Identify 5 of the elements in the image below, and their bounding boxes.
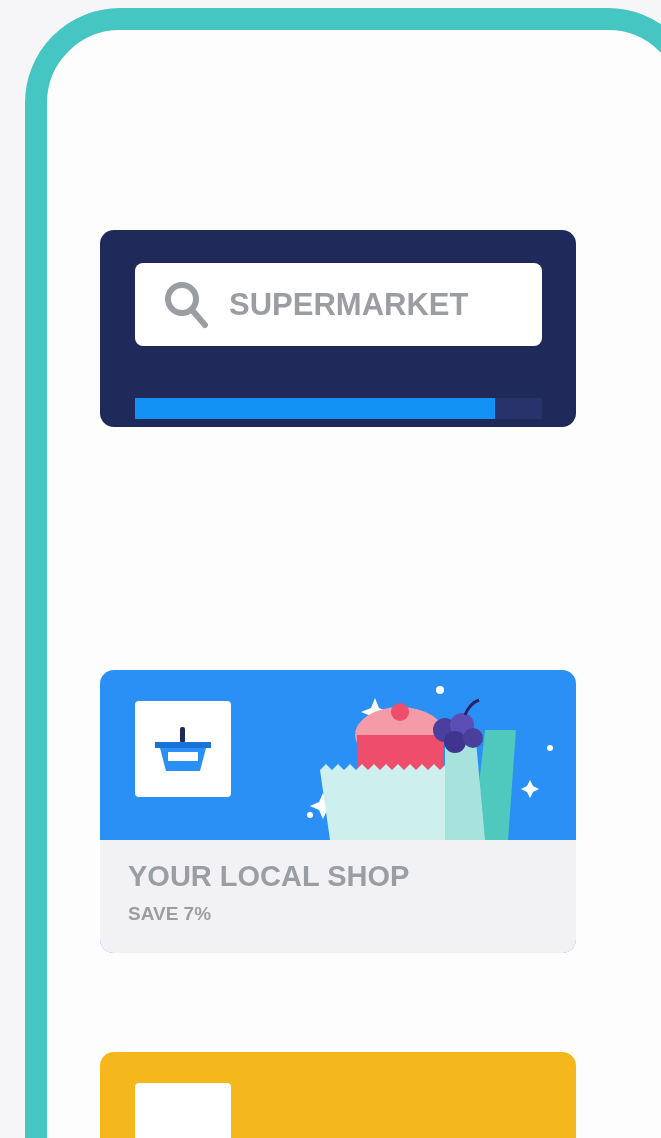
basket-icon: [155, 727, 211, 771]
offer-card[interactable]: YOUR LOCAL SHOP SAVE 7%: [100, 670, 576, 953]
discount-text: SAVE 7%: [128, 903, 213, 925]
shop-name: YOUR LOCAL SHOP: [128, 860, 411, 893]
search-field[interactable]: SUPERMARKET: [135, 263, 542, 346]
